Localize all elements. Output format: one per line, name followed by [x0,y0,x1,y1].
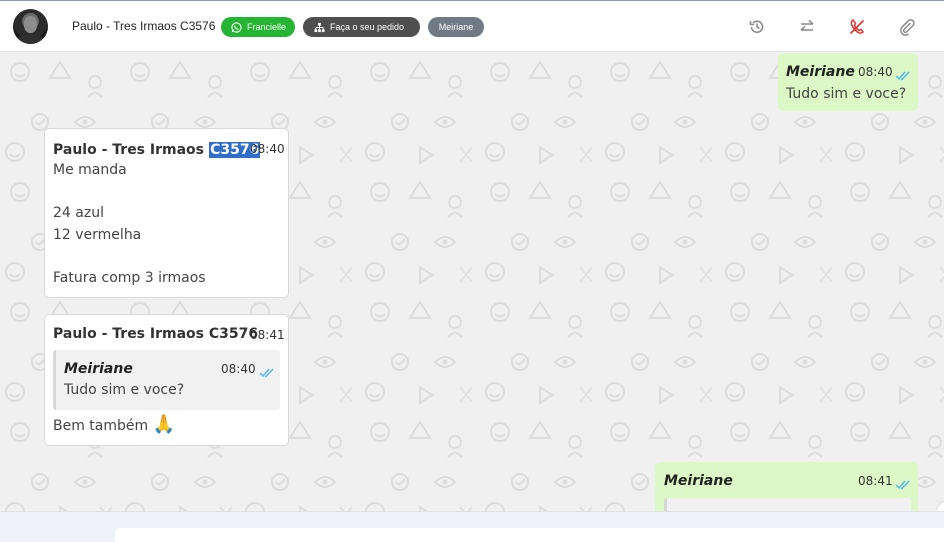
avatar-face [24,16,37,33]
message-time: 08:41 [250,328,285,342]
whatsapp-tag-label: Francielle [247,22,287,32]
message-body: Bem também [53,418,149,434]
read-ticks-icon [895,475,910,494]
message-time: 08:40 [858,65,893,79]
message-text: Bem também 🙏 [53,414,175,437]
message-line-blank [53,246,206,267]
quoted-time: 08:40 [221,362,256,376]
order-flow-tag[interactable]: Faça o seu pedido [303,17,420,37]
message-sender: Paulo - Tres Irmaos [53,142,204,158]
message-line: Me manda [53,162,127,178]
message-line: Fatura comp 3 irmaos [53,270,206,286]
quoted-message[interactable] [664,498,911,511]
flow-icon [313,21,325,33]
message-input[interactable] [115,528,944,542]
message-time: 08:41 [858,474,893,488]
message-sender: Paulo - Tres Irmaos C3576 [53,326,259,342]
agent-tag-label: Meiriane [438,22,474,32]
end-call-icon[interactable] [846,16,868,38]
quoted-sender: Meiriane [64,361,133,377]
whatsapp-icon [231,21,242,33]
message-line-blank [53,181,206,202]
message-bubble-outgoing[interactable]: Meiriane 08:41 [655,462,918,511]
history-icon[interactable] [746,16,768,38]
quoted-message[interactable]: Meiriane 08:40 Tudo sim e voce? [53,350,280,410]
message-bubble-incoming[interactable]: Paulo - Tres Irmaos C3576 08:41 Meiriane… [44,314,289,446]
read-ticks-icon [259,363,274,382]
transfer-icon[interactable] [796,16,818,38]
message-list[interactable]: Meiriane 08:40 Tudo sim e voce? Paulo - … [0,52,944,511]
whatsapp-channel-tag[interactable]: Francielle [221,17,295,37]
message-bubble-incoming[interactable]: Paulo - Tres Irmaos C3576 08:40 Me manda… [44,128,289,298]
chat-header: Paulo - Tres Irmaos C3576 Francielle Faç… [0,0,944,52]
message-sender: Meiriane [664,473,733,489]
contact-name[interactable]: Paulo - Tres Irmaos C3576 [72,19,215,33]
message-bubble-outgoing[interactable]: Meiriane 08:40 Tudo sim e voce? [778,53,918,111]
message-text: Tudo sim e voce? [786,86,907,102]
agent-tag[interactable]: Meiriane [428,17,484,37]
message-text: Me manda 24 azul 12 vermelha Fatura comp… [53,159,206,289]
message-line: 12 vermelha [53,227,142,243]
message-time: 08:40 [250,142,285,156]
avatar-body [17,34,44,44]
message-header: Paulo - Tres Irmaos C3576 [53,139,261,158]
composer-bar [0,511,944,542]
message-sender: Meiriane [786,64,855,80]
quoted-text: Tudo sim e voce? [64,382,185,398]
message-line: 24 azul [53,205,104,221]
contact-avatar[interactable] [13,9,48,44]
praying-hands-emoji: 🙏 [152,414,176,435]
attachment-icon[interactable] [896,16,918,38]
order-tag-label: Faça o seu pedido [330,22,405,32]
